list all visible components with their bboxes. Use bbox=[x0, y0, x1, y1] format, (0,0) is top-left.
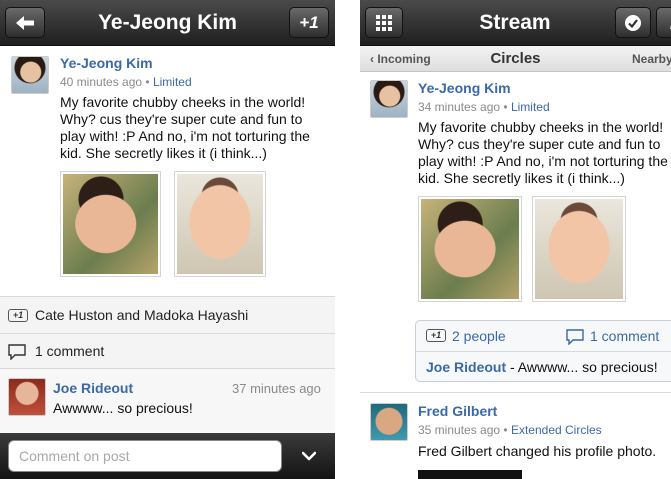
post-meta: 35 minutes ago • Extended Circles bbox=[418, 423, 602, 437]
comments-count-row[interactable]: 1 comment bbox=[0, 333, 335, 368]
card-divider bbox=[416, 351, 671, 352]
subnav-nearby[interactable]: Nearby bbox=[632, 46, 671, 72]
baby-photo-image bbox=[177, 174, 263, 274]
post-author[interactable]: Fred Gilbert bbox=[418, 403, 497, 419]
post-meta: 34 minutes ago • Limited bbox=[418, 100, 550, 114]
page-title: Stream bbox=[479, 11, 551, 34]
comment-item: Joe Rideout 37 minutes ago Awwww... so p… bbox=[0, 368, 335, 433]
profile-photo-preview[interactable] bbox=[418, 470, 522, 479]
avatar[interactable] bbox=[370, 403, 408, 441]
stream-subnav: ‹ Incoming Circles Nearby bbox=[360, 46, 671, 72]
plus-ones-names: Cate Huston and Madoka Hayashi bbox=[35, 307, 249, 323]
plus-one-icon: +1 bbox=[426, 329, 446, 342]
collapse-button[interactable] bbox=[290, 441, 328, 471]
post-detail-header: Ye-Jeong Kim +1 bbox=[0, 0, 335, 46]
avatar[interactable] bbox=[11, 56, 49, 94]
meta-separator: • bbox=[503, 100, 508, 114]
post-meta: 40 minutes ago • Limited bbox=[60, 75, 192, 89]
post-author[interactable]: Ye-Jeong Kim bbox=[418, 80, 511, 96]
plus-one-count[interactable]: 2 people bbox=[452, 328, 506, 344]
plus-one-button[interactable]: +1 bbox=[289, 7, 329, 38]
post-visibility[interactable]: Limited bbox=[511, 100, 550, 114]
compose-post-button[interactable] bbox=[656, 7, 671, 38]
post-time: 35 minutes ago bbox=[418, 423, 501, 437]
check-in-button[interactable] bbox=[615, 7, 651, 38]
post-visibility[interactable]: Limited bbox=[153, 75, 192, 89]
post-photo-2[interactable] bbox=[532, 196, 626, 302]
post-separator bbox=[360, 392, 671, 393]
comment-bubble-icon bbox=[566, 329, 584, 345]
baby-photo-image bbox=[535, 199, 623, 299]
comment-composer bbox=[0, 433, 335, 479]
comment-bubble-icon bbox=[8, 344, 26, 360]
post-author[interactable]: Ye-Jeong Kim bbox=[60, 55, 153, 71]
stream-screen: Stream ‹ Incoming Circles Nearby Ye-Jeon… bbox=[360, 0, 671, 479]
chevron-down-icon bbox=[302, 451, 316, 461]
plus-one-icon: +1 bbox=[8, 309, 28, 322]
subnav-current-circles: Circles bbox=[490, 50, 541, 67]
comment-count[interactable]: 1 comment bbox=[590, 328, 659, 344]
stream-header: Stream bbox=[360, 0, 671, 46]
avatar[interactable] bbox=[8, 378, 46, 416]
apps-grid-button[interactable] bbox=[365, 7, 403, 38]
grid-icon bbox=[376, 14, 392, 31]
post-photo-2[interactable] bbox=[174, 171, 266, 277]
post-time: 40 minutes ago bbox=[60, 75, 143, 89]
post-time: 34 minutes ago bbox=[418, 100, 501, 114]
comment-author[interactable]: Joe Rideout bbox=[53, 380, 133, 396]
post-text: My favorite chubby cheeks in the world! … bbox=[60, 94, 310, 161]
plus-one-icon: +1 bbox=[299, 12, 319, 32]
baby-photo-image bbox=[421, 199, 519, 299]
meta-separator: • bbox=[145, 75, 150, 89]
plus-ones-row[interactable]: +1 Cate Huston and Madoka Hayashi bbox=[0, 296, 335, 333]
meta-separator: • bbox=[503, 423, 508, 437]
avatar[interactable] bbox=[370, 80, 408, 118]
page-title: Ye-Jeong Kim bbox=[98, 11, 237, 34]
screenshot-stage: Ye-Jeong Kim +1 Ye-Jeong Kim 40 minutes … bbox=[0, 0, 671, 479]
baby-photo-image bbox=[63, 174, 158, 274]
back-arrow-icon bbox=[16, 15, 34, 30]
post-text: My favorite chubby cheeks in the world! … bbox=[418, 119, 668, 186]
screen-divider bbox=[335, 0, 360, 479]
comment-input[interactable] bbox=[8, 440, 282, 472]
latest-comment: Joe Rideout - Awwww... so precious! bbox=[426, 359, 658, 375]
comment-text: - Awwww... so precious! bbox=[506, 359, 658, 375]
post-text: Fred Gilbert changed his profile photo. bbox=[418, 443, 657, 459]
post-detail-screen: Ye-Jeong Kim +1 Ye-Jeong Kim 40 minutes … bbox=[0, 0, 335, 479]
post-visibility[interactable]: Extended Circles bbox=[511, 423, 602, 437]
comment-time: 37 minutes ago bbox=[232, 381, 321, 396]
back-button[interactable] bbox=[5, 7, 45, 38]
check-icon bbox=[625, 14, 641, 31]
post-photo-1[interactable] bbox=[418, 196, 522, 302]
comment-author[interactable]: Joe Rideout bbox=[426, 359, 506, 375]
engagement-card[interactable]: +1 2 people 1 comment Joe Rideout - Awww… bbox=[415, 320, 671, 382]
comment-text: Awwww... so precious! bbox=[53, 400, 193, 416]
post-photo-1[interactable] bbox=[60, 171, 161, 277]
comments-count: 1 comment bbox=[35, 343, 105, 359]
